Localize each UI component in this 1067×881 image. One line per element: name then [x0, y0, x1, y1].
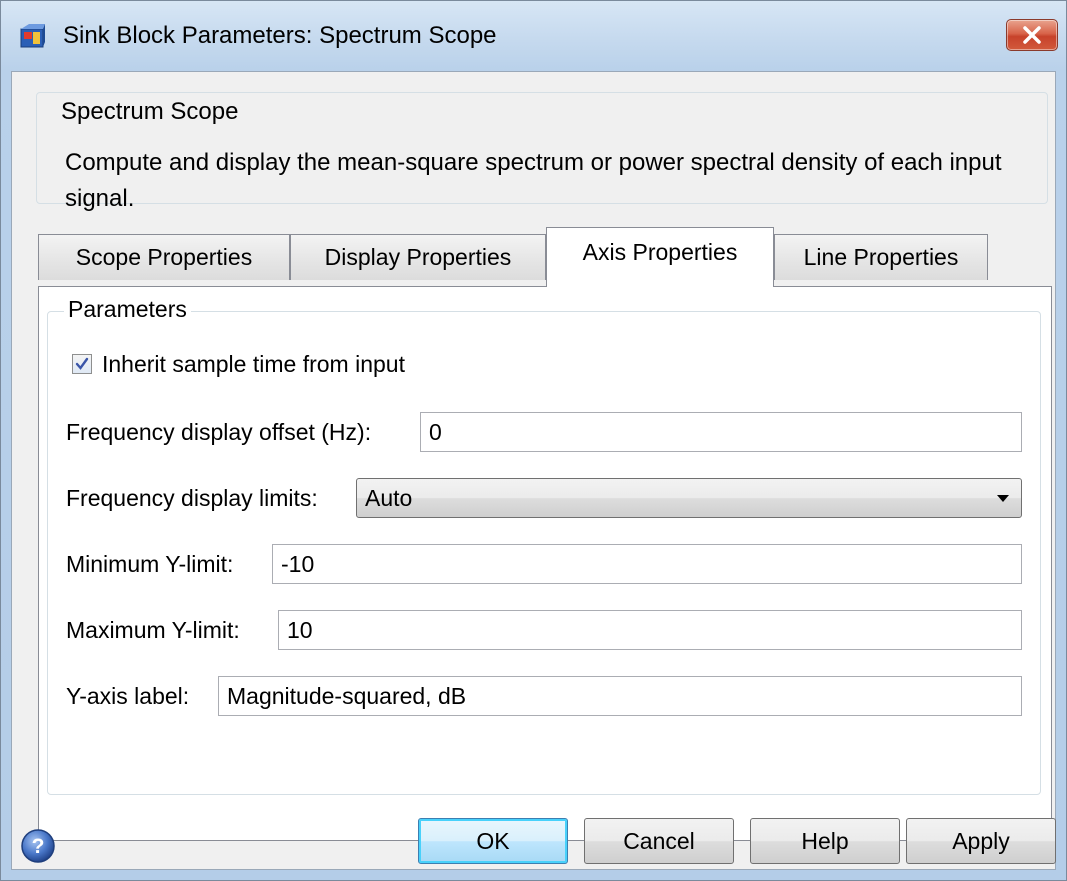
- tab-axis-properties[interactable]: Axis Properties: [546, 227, 774, 287]
- dialog-client-area: Spectrum Scope Compute and display the m…: [11, 71, 1056, 870]
- frequency-offset-input[interactable]: 0: [420, 412, 1022, 452]
- frequency-offset-label: Frequency display offset (Hz):: [66, 419, 372, 445]
- max-y-limit-label: Maximum Y-limit:: [66, 617, 240, 643]
- close-button[interactable]: [1006, 19, 1058, 51]
- max-y-limit-row: Maximum Y-limit: 10: [66, 610, 1022, 650]
- block-description-text: Compute and display the mean-square spec…: [65, 149, 1002, 212]
- tab-display-properties[interactable]: Display Properties: [290, 234, 546, 280]
- help-button[interactable]: Help: [750, 818, 900, 864]
- parameters-group: Parameters Inherit sample time from inpu…: [47, 292, 1041, 795]
- svg-text:?: ?: [32, 835, 45, 858]
- chevron-down-icon: [997, 495, 1009, 502]
- apply-button[interactable]: Apply: [906, 818, 1056, 864]
- y-axis-label-label: Y-axis label:: [66, 683, 190, 709]
- simulink-block-icon: [20, 24, 45, 48]
- tab-line-properties[interactable]: Line Properties: [774, 234, 988, 280]
- parameters-legend: Parameters: [64, 292, 191, 326]
- y-axis-label-input[interactable]: Magnitude-squared, dB: [218, 676, 1022, 716]
- frequency-limits-label: Frequency display limits:: [66, 485, 318, 511]
- max-y-limit-input[interactable]: 10: [278, 610, 1022, 650]
- min-y-limit-label: Minimum Y-limit:: [66, 551, 234, 577]
- ok-button[interactable]: OK: [418, 818, 568, 864]
- min-y-limit-input[interactable]: -10: [272, 544, 1022, 584]
- dialog-window: Sink Block Parameters: Spectrum Scope Sp…: [0, 0, 1067, 881]
- title-bar[interactable]: Sink Block Parameters: Spectrum Scope: [1, 1, 1066, 71]
- min-y-limit-row: Minimum Y-limit: -10: [66, 544, 1022, 584]
- close-icon: [1023, 26, 1041, 44]
- block-description-group: Spectrum Scope Compute and display the m…: [36, 92, 1048, 212]
- cancel-button[interactable]: Cancel: [584, 818, 734, 864]
- frequency-limits-dropdown[interactable]: Auto: [356, 478, 1022, 518]
- block-description-legend: Spectrum Scope: [57, 97, 243, 127]
- axis-properties-panel: Parameters Inherit sample time from inpu…: [38, 286, 1052, 841]
- checkmark-icon: [75, 357, 89, 370]
- window-title: Sink Block Parameters: Spectrum Scope: [63, 22, 497, 49]
- inherit-sample-time-checkbox[interactable]: [72, 354, 92, 374]
- inherit-sample-time-label: Inherit sample time from input: [102, 351, 405, 377]
- tab-scope-properties[interactable]: Scope Properties: [38, 234, 290, 280]
- inherit-sample-time-row[interactable]: Inherit sample time from input: [66, 344, 1022, 384]
- help-question-icon[interactable]: ?: [20, 828, 56, 864]
- tab-strip: Scope Properties Display Properties Axis…: [38, 227, 1018, 287]
- y-axis-label-row: Y-axis label: Magnitude-squared, dB: [66, 676, 1022, 716]
- frequency-limits-value: Auto: [365, 485, 413, 511]
- frequency-offset-row: Frequency display offset (Hz): 0: [66, 412, 1022, 452]
- frequency-limits-row: Frequency display limits: Auto: [66, 478, 1022, 518]
